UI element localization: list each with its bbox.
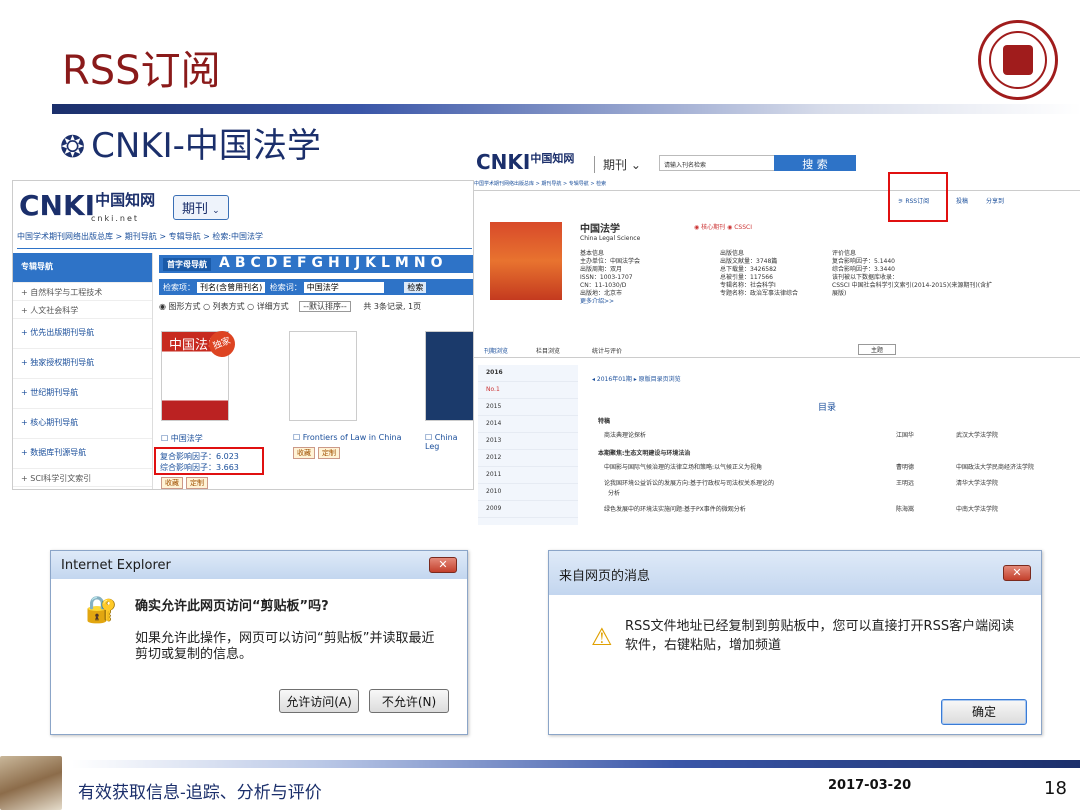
cnki-journal-detail-screenshot: CNKI中国知网 期刊 ⌄ 请输入刊名检索 搜 索 中国学术期刊网络出版总库 >…	[474, 150, 1080, 525]
ie-clipboard-dialog: Internet Explorer ✕ 🔐 确实允许此网页访问“剪贴板”吗? 如…	[50, 550, 468, 735]
footer-text: 有效获取信息-追踪、分析与评价	[78, 783, 322, 803]
footer-date: 2017-03-20	[828, 778, 912, 793]
toc-heading: 目录	[818, 403, 837, 413]
fav-button[interactable]: 收藏	[293, 447, 315, 459]
article-row[interactable]: 绿色发展中的环境法实施问题:基于PX事件的微观分析 陈海嵩 中南大学法学院	[604, 504, 1074, 513]
journal-title: 中国法学	[580, 224, 620, 235]
allow-button[interactable]: 允许访问(A)	[279, 689, 359, 713]
search-button[interactable]: 检索	[404, 282, 427, 293]
journal-cover[interactable]	[289, 331, 357, 421]
custom-button[interactable]: 定制	[186, 477, 208, 489]
journal-checkbox[interactable]: ☐ Frontiers of Law in China	[293, 433, 401, 442]
nav-item[interactable]: + 核心期刊导航	[13, 409, 152, 439]
submit-link[interactable]: 投稿	[956, 196, 968, 205]
cnki-logo: CNKI中国知网	[476, 150, 575, 174]
footer-bar	[72, 760, 1080, 768]
nav-item[interactable]: + 数据库刊源导航	[13, 439, 152, 469]
breadcrumb: 中国学术期刊网络出版总库 > 期刊导航 > 专辑导航 > 检索:中国法学	[17, 231, 472, 249]
journal-cover	[490, 222, 562, 300]
search-button[interactable]: 搜 索	[774, 155, 856, 171]
padlock-question-icon: 🔐	[85, 595, 118, 625]
campus-photo	[0, 756, 62, 810]
search-field-select[interactable]: 刊名(含曾用刊名)	[197, 282, 266, 293]
impact-factor-highlight: 复合影响因子：6.023 综合影响因子：3.663	[154, 447, 264, 475]
journal-dropdown[interactable]: 期刊 ⌄	[173, 195, 229, 220]
journal-cover[interactable]	[425, 331, 473, 421]
dialog-title: Internet Explorer	[51, 551, 467, 579]
university-seal-icon	[978, 20, 1058, 100]
search-input[interactable]: 中国法学	[303, 282, 384, 293]
publish-info: 出版信息 出版文献量：3748篇 总下载量：3426582 总被引量：117566 专辑…	[720, 250, 799, 297]
rss-link[interactable]: ⚞ RSS订阅	[898, 196, 929, 205]
left-nav: 专辑导航 + 自然科学与工程技术 + 人文社会科学 + 优先出版期刊导航 + 独…	[13, 253, 153, 489]
slide-title: RSS订阅	[62, 48, 221, 94]
cnki-logo: CNKI中国知网 cnki.net	[19, 189, 156, 223]
ok-button[interactable]: 确定	[941, 699, 1027, 725]
sort-select[interactable]: --默认排序--	[299, 301, 351, 312]
breadcrumb: 中国学术期刊网络出版总库 > 期刊导航 > 专辑导航 > 检索	[474, 180, 1080, 191]
custom-button[interactable]: 定制	[318, 447, 340, 459]
article-row[interactable]: 商法典理论探析 江国华 武汉大学法学院	[604, 430, 1064, 439]
webpage-message-dialog: 来自网页的消息 ✕ ⚠ RSS文件地址已经复制到剪贴板中，您可以直接打开RSS客…	[548, 550, 1042, 735]
journal-checkbox[interactable]: ☐ 中国法学	[161, 433, 203, 444]
warning-icon: ⚠	[591, 623, 613, 651]
year-list: 2016 No.1 2015 2014 2013 2012 2011 2010 …	[478, 365, 578, 525]
tab-stats[interactable]: 统计与评价	[592, 346, 622, 355]
nav-item[interactable]: + 自然科学与工程技术	[13, 283, 152, 301]
section-label[interactable]: 期刊 ⌄	[594, 156, 641, 173]
close-icon[interactable]: ✕	[1003, 565, 1031, 581]
nav-item[interactable]: + 世纪期刊导航	[13, 379, 152, 409]
search-row: 检索项： 刊名(含曾用刊名) 检索词： 中国法学 检索	[159, 279, 473, 295]
alphabet-nav[interactable]: 首字母导航 ABCDEFGHIJKLMNO	[159, 255, 473, 273]
chevron-down-icon: ⌄	[212, 206, 220, 216]
nav-item[interactable]: 专辑导航	[13, 253, 152, 283]
theme-select[interactable]: 主题	[858, 344, 897, 355]
nav-item[interactable]: + 人文社会科学	[13, 301, 152, 319]
article-row[interactable]: 论我国环境公益诉讼的发展方向:基于行政权与司法权关系理论的 王明远 清华大学法学院	[604, 478, 1074, 487]
deny-button[interactable]: 不允许(N)	[369, 689, 449, 713]
nav-item[interactable]: + SCI科学引文索引	[13, 469, 152, 487]
page-number: 18	[1044, 778, 1067, 799]
close-icon[interactable]: ✕	[429, 557, 457, 573]
tab-issue[interactable]: 刊期浏览	[484, 346, 508, 355]
tab-column[interactable]: 栏目浏览	[536, 346, 560, 355]
rss-icon: ⚞	[898, 198, 904, 205]
share-link[interactable]: 分享到	[986, 196, 1004, 205]
nav-item[interactable]: + 独家授权期刊导航	[13, 349, 152, 379]
basic-info: 基本信息 主办单位：中国法学会 出版周期：双月 ISSN：1003-1707 CN：11…	[580, 250, 641, 305]
article-row[interactable]: 中国影与国际气候治理的法律立场和策略:以气候正义为视角 曹明德 中国政法大学民商经济…	[604, 462, 1074, 471]
nav-item[interactable]: + 优先出版期刊导航	[13, 319, 152, 349]
title-underline	[52, 104, 1080, 114]
fav-button[interactable]: 收藏	[161, 477, 183, 489]
evaluation-info: 评价信息 复合影响因子：5.1440 综合影响因子：3.3440 该刊被以下数据库收录…	[832, 250, 993, 297]
journal-checkbox[interactable]: ☐ China Leg	[425, 433, 473, 451]
dialog-title: 来自网页的消息	[549, 551, 1041, 595]
cnki-journal-search-screenshot: CNKI中国知网 cnki.net 期刊 ⌄ 中国学术期刊网络出版总库 > 期刊…	[12, 180, 474, 490]
view-mode-row: ◉ 图形方式 ○ 列表方式 ○ 详细方式 --默认排序-- 共 3条记录, 1页	[159, 301, 422, 312]
tab-bar: 刊期浏览 栏目浏览 统计与评价 主题	[474, 340, 1080, 358]
bullet-sun-icon: ❂	[60, 130, 86, 165]
slide-subtitle: ❂ CNKI-中国法学	[60, 126, 321, 166]
